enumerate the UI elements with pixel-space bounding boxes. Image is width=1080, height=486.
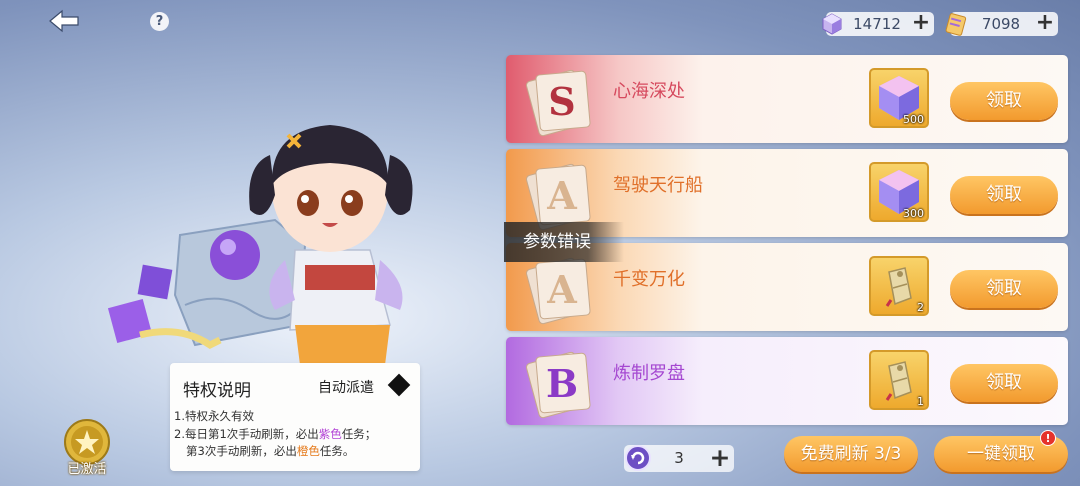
ticket-currency-icon [945,13,967,36]
svg-text:A: A [546,267,577,312]
gem-currency: 14712 + [822,12,934,36]
gem-currency-icon [822,13,842,35]
task-name: 千变万化 [613,269,685,290]
refresh-item-count: 3 [674,449,684,467]
claim-button[interactable]: 领取 [950,270,1058,308]
reward-count: 2 [917,301,924,314]
claim-button[interactable]: 领取 [950,176,1058,214]
free-refresh-button[interactable]: 免费刷新 3/3 [784,436,918,472]
add-gems-button[interactable]: + [910,12,932,35]
task-name: 驾驶天行船 [613,175,703,196]
grade-b-card-icon: B [526,351,591,419]
task-row: B 炼制罗盘 1 领取 [506,337,1068,425]
privilege-card: 特权说明 自动派遣 1.特权永久有效 2.每日第1次手动刷新，必出紫色任务； 第… [170,363,420,471]
reward-slot[interactable]: 2 [869,256,929,316]
privilege-description: 1.特权永久有效 2.每日第1次手动刷新，必出紫色任务； 第3次手动刷新，必出橙… [174,408,376,461]
reward-count: 300 [903,207,924,220]
privilege-line-2: 2.每日第1次手动刷新，必出紫色任务； [174,426,377,441]
refresh-item-counter: 3 + [624,445,734,472]
reward-slot[interactable]: 500 [869,68,929,128]
svg-text:A: A [546,173,577,218]
reward-count: 500 [903,113,924,126]
privilege-line-1: 1.特权永久有效 [174,409,254,423]
reward-count: 1 [917,395,924,408]
ticket-currency: 7098 + [945,12,1058,36]
svg-text:S: S [548,79,575,124]
refresh-token-icon [625,445,651,471]
task-name: 心海深处 [613,81,685,102]
claim-button[interactable]: 领取 [950,82,1058,120]
grade-s-card-icon: S [526,69,591,137]
reward-slot[interactable]: 1 [869,350,929,410]
add-tickets-button[interactable]: + [1034,12,1056,35]
add-refresh-item-button[interactable]: + [708,445,732,471]
ticket-amount: 7098 [981,15,1021,33]
question-icon: ? [155,14,164,29]
gem-amount: 14712 [853,15,901,33]
claim-button[interactable]: 领取 [950,364,1058,402]
notification-badge: ! [1040,430,1056,446]
task-row: S 心海深处 500 领取 [506,55,1068,143]
activated-badge-label: 已激活 [67,462,107,477]
privilege-line-3: 第3次手动刷新，必出橙色任务。 [186,444,355,458]
activated-badge: 已激活 [63,418,111,478]
auto-dispatch-toggle[interactable] [387,373,411,397]
help-button[interactable]: ? [150,12,169,31]
back-arrow-icon[interactable] [44,6,84,36]
auto-dispatch-label: 自动派遣 [318,380,374,396]
svg-text:B: B [546,361,578,406]
error-toast: 参数错误 [504,222,624,262]
grade-a-card-icon: A [526,257,591,325]
reward-slot[interactable]: 300 [869,162,929,222]
privilege-title: 特权说明 [183,381,251,401]
task-name: 炼制罗盘 [613,363,685,384]
character-illustration [107,125,413,365]
